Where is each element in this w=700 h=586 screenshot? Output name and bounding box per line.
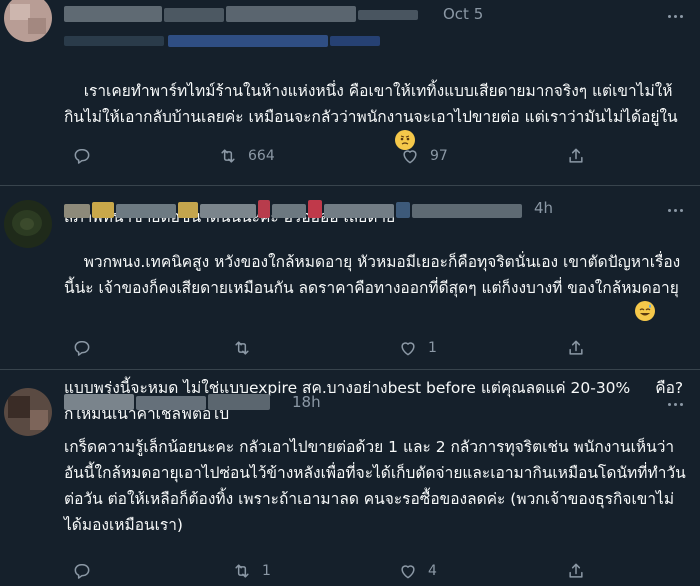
retweet-icon: [235, 564, 249, 578]
tweet-timestamp[interactable]: 18h: [292, 393, 321, 411]
like-button[interactable]: 1: [398, 336, 437, 360]
retweet-icon: [221, 149, 235, 163]
retweet-button[interactable]: [232, 336, 262, 360]
reply-button[interactable]: [72, 144, 102, 168]
share-icon: [569, 148, 583, 163]
like-count: 97: [430, 148, 448, 164]
like-button[interactable]: 97: [400, 144, 448, 168]
share-button[interactable]: [566, 144, 586, 168]
retweet-icon: [235, 341, 249, 355]
share-button[interactable]: [566, 559, 586, 583]
tweet-text: เกร็ดความรู้เล็กน้อยนะคะ กลัวเอาไปขายต่อ…: [64, 438, 686, 534]
share-icon: [569, 563, 583, 578]
like-icon: [403, 150, 417, 164]
more-icon[interactable]: [664, 393, 686, 415]
tweet-2[interactable]: 4h พวกพนง.เทคนิคสูง หวังของใกล้หมดอายุ ห…: [0, 186, 700, 423]
avatar[interactable]: [4, 200, 52, 248]
reply-icon: [74, 149, 90, 164]
sweat-smile-emoji: [635, 301, 656, 321]
reply-icon: [74, 564, 90, 579]
like-button[interactable]: 4: [398, 559, 437, 583]
retweet-button[interactable]: 664: [218, 144, 275, 168]
reply-button[interactable]: [72, 336, 102, 360]
like-icon: [401, 565, 415, 579]
like-count: 4: [428, 563, 437, 579]
retweet-count: 1: [262, 563, 271, 579]
tweet-actions: 1 4: [64, 559, 604, 583]
like-count: 1: [428, 340, 437, 356]
share-button[interactable]: [566, 336, 586, 360]
avatar[interactable]: [4, 0, 52, 42]
more-icon[interactable]: [664, 5, 686, 27]
more-icon[interactable]: [664, 199, 686, 221]
reply-button[interactable]: [72, 559, 102, 583]
tweet-actions: 1: [64, 336, 604, 360]
tweet-timestamp[interactable]: 4h: [534, 199, 553, 217]
avatar[interactable]: [4, 388, 52, 436]
tweet-3[interactable]: 18h เกร็ดความรู้เล็กน้อยนะคะ กลัวเอาไปขา…: [0, 370, 700, 586]
share-icon: [569, 340, 583, 355]
tweet-timestamp[interactable]: Oct 5: [443, 5, 483, 23]
retweet-button[interactable]: 1: [232, 559, 271, 583]
retweet-count: 664: [248, 148, 275, 164]
tweet-1[interactable]: Oct 5 เราเคยทำพาร์ทไทม์ร้านในห้างแห่งหนึ…: [0, 0, 700, 226]
tweet-actions: 664 97: [64, 144, 604, 168]
reply-icon: [74, 341, 90, 356]
like-icon: [401, 342, 415, 356]
